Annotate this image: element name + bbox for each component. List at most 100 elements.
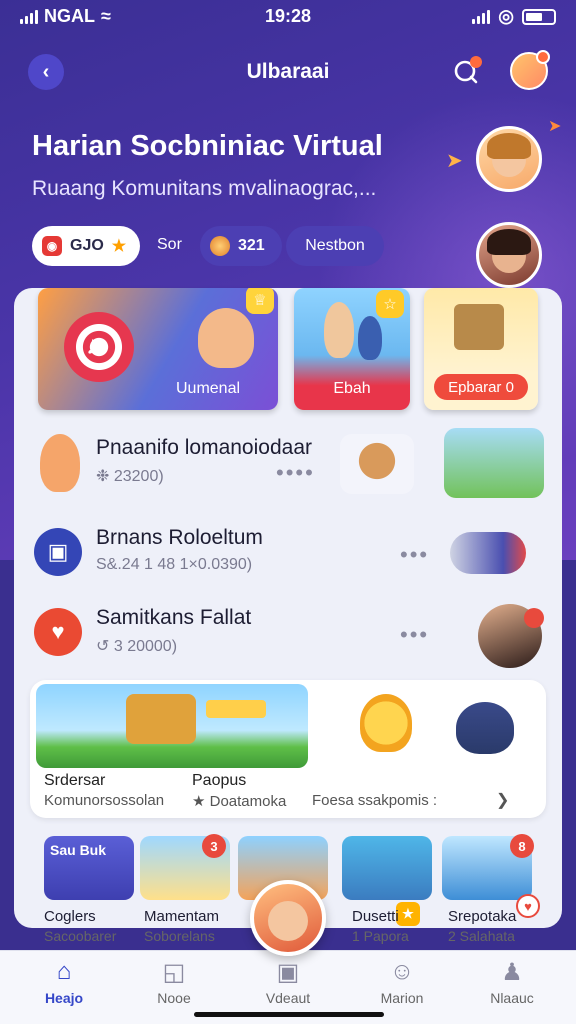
notice-icon: ◱ [162, 959, 186, 986]
home-indicator [194, 1012, 384, 1017]
avatar-badge [536, 50, 550, 64]
box-illustration [454, 304, 504, 350]
crown-badge-icon: ♕ [246, 288, 274, 314]
more-icon[interactable]: ••• [400, 622, 429, 648]
game-2-sub: Soborelans [144, 928, 215, 944]
list-item-title: Pnaanifo lomanoiodaar [96, 436, 312, 459]
hero-title: Harian Socbniniac Virtual [32, 130, 383, 162]
featured-meta-3: Foesa ssakpomis : [312, 792, 438, 809]
featured-avatar-woman[interactable] [476, 222, 542, 288]
chick-icon [360, 694, 412, 752]
featured-avatar-child[interactable] [476, 126, 542, 192]
cell-signal-icon [472, 9, 491, 24]
tab-home-label: Heajo [44, 990, 84, 1006]
game-thumb-1[interactable]: Sau Buk [44, 836, 134, 900]
page-title: Ulbaraai [246, 60, 330, 83]
kids-illustration-2 [358, 316, 382, 360]
tab-chat-label: Marion [380, 990, 424, 1006]
kids-illustration [324, 302, 354, 358]
playground-banner[interactable] [36, 684, 308, 768]
status-bar: NGAL ≈ 19:28 ◎ [0, 0, 576, 34]
bear-thumbnail [340, 434, 414, 494]
heart-badge-icon: ♥ [516, 894, 540, 918]
coin-icon [210, 236, 230, 256]
tab-profile-label: Nlaauc [490, 990, 534, 1006]
list-item-meta: ❉ 23200) [96, 468, 164, 485]
list-item[interactable]: ▣ Brnans Roloeltum S&.24 1 48 1×0.0390) … [14, 524, 562, 604]
tab-notice-label: Nooe [157, 990, 191, 1006]
heart-icon: ♥ [34, 608, 82, 656]
list-item-title: Samitkans Fallat [96, 606, 252, 629]
target-illustration [64, 312, 134, 382]
child-avatar-icon [40, 434, 80, 492]
tab-notice[interactable]: ◱ Nooe [134, 958, 214, 1006]
game-5-sub: 2 Salahata [448, 928, 515, 944]
list-item[interactable]: Pnaanifo lomanoiodaar ❉ 23200) •••• [14, 428, 562, 512]
profile-icon: ♟ [501, 959, 523, 986]
game-2-title: Mamentam [144, 908, 220, 925]
game-1-sub: Sacoobarer [44, 928, 117, 944]
score-value: GJO [70, 237, 104, 254]
list-item[interactable]: ♥ Samitkans Fallat ↺ 3 20000) ••• [14, 604, 562, 684]
star-badge-icon: ★ [396, 902, 420, 926]
game-5-badge: 8 [510, 834, 534, 858]
notification-badge [524, 608, 544, 628]
explorer-icon [456, 702, 514, 754]
home-icon: ⌂ [56, 958, 72, 985]
chevron-right-icon[interactable]: ❯ [496, 790, 509, 810]
tab-profile[interactable]: ♟ Nlaauc [472, 958, 552, 1006]
game-2-badge: 3 [202, 834, 226, 858]
featured-meta-1: Komunorsossolan [44, 792, 165, 809]
paper-plane-icon-small: ➤ [548, 118, 562, 135]
video-icon: ▣ [276, 959, 300, 986]
bus-icon: ▣ [34, 528, 82, 576]
spaceship-thumbnail [450, 532, 526, 574]
activity-card-1[interactable]: ♪ ♕ Uumenal [38, 288, 278, 410]
star-badge-icon: ☆ [376, 290, 404, 318]
music-note-icon: ♪ [86, 330, 99, 360]
score-icon: ◉ [42, 236, 62, 256]
sign-illustration [206, 700, 266, 718]
featured-meta-2: ★ Doatamoka [192, 793, 287, 810]
coins-value: 321 [238, 237, 265, 254]
card-2-label: Ebah [333, 380, 371, 397]
more-icon[interactable]: •••• [276, 460, 315, 486]
mascot-icon: ★ [111, 238, 127, 255]
score-pill[interactable]: ◉ GJO ★ [32, 226, 140, 266]
card-3-button[interactable]: Epbarar 0 [434, 374, 528, 400]
paper-plane-icon: ➤ [446, 150, 463, 172]
list-item-meta: ↺ 3 20000) [96, 638, 178, 655]
tab-chat[interactable]: ☺ Marion [362, 958, 442, 1006]
message-button[interactable] [448, 54, 484, 90]
hero-subtitle: Ruaang Komunitans mvalinaograc,... [32, 177, 377, 200]
notification-dot [470, 56, 482, 68]
game-4-sub: 1 Papora [352, 928, 409, 944]
neighbor-pill[interactable]: Nestbon [286, 226, 384, 266]
game-1-banner: Sau Buk [50, 842, 107, 858]
game-4-title: Dusetti [352, 908, 399, 925]
score-suffix: Sor [157, 236, 182, 253]
playground-thumbnail [444, 428, 544, 498]
game-thumb-4[interactable] [342, 836, 432, 900]
featured-label-1: Srdersar [44, 772, 106, 789]
game-1-title: Coglers [44, 908, 96, 925]
center-avatar-button[interactable] [250, 880, 326, 956]
tab-video-label: Vdeaut [265, 990, 311, 1006]
tab-video[interactable]: ▣ Vdeaut [248, 958, 328, 1006]
more-icon[interactable]: ••• [400, 542, 429, 568]
girl-illustration [198, 308, 254, 368]
activity-card-3[interactable]: Epbarar 0 [424, 288, 538, 410]
coins-pill[interactable]: 321 [200, 226, 282, 266]
house-illustration [126, 694, 196, 744]
profile-avatar[interactable] [510, 50, 550, 90]
list-item-title: Brnans Roloeltum [96, 526, 263, 549]
chat-icon: ☺ [389, 958, 415, 985]
activity-card-2[interactable]: ☆ Ebah [294, 288, 410, 410]
wifi-icon-right: ◎ [498, 6, 514, 26]
featured-label-2: Paopus [192, 772, 247, 789]
tab-home[interactable]: ⌂ Heajo [24, 958, 104, 1006]
battery-icon [522, 8, 556, 25]
card-1-label: Uumenal [175, 380, 241, 397]
game-5-title: Srepotaka [448, 908, 517, 925]
list-item-meta: S&.24 1 48 1×0.0390) [96, 556, 253, 573]
